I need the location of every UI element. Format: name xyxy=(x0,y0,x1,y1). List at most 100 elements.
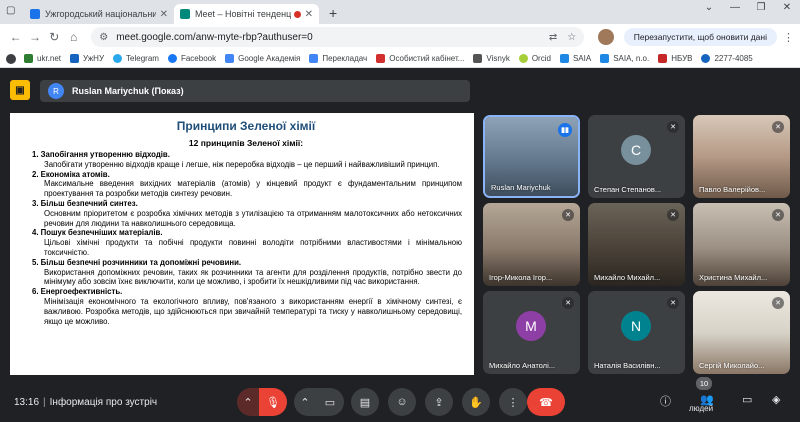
bookmark-item[interactable]: SAIA xyxy=(559,54,591,63)
participant-tile[interactable]: ✕ Ігор-Микола Ігор... xyxy=(483,203,580,286)
leave-call-button[interactable]: ☎ xyxy=(527,388,565,416)
participant-name: Павло Валерійов... xyxy=(699,185,766,194)
mic-off-icon: ✕ xyxy=(562,209,574,221)
activities-icon[interactable]: ◈ xyxy=(772,393,780,406)
tab-meet[interactable]: Meet – Новітні тенденції з ✕ xyxy=(174,4,319,24)
apps-icon[interactable] xyxy=(6,53,16,64)
bookmark-label: Google Академія xyxy=(238,54,301,63)
participant-name: Ігор-Микола Ігор... xyxy=(489,273,553,282)
bookmark-label: УжНУ xyxy=(83,54,105,63)
bookmark-favicon-icon xyxy=(559,54,569,63)
info-icon[interactable]: ⓘ xyxy=(660,393,671,409)
principle-heading: 2. Економіка атомів. xyxy=(32,169,110,179)
speaking-indicator-icon: ▮▮ xyxy=(558,123,572,137)
bookmark-star-icon[interactable]: ☆ xyxy=(567,32,576,43)
close-window-icon[interactable]: ✕ xyxy=(774,2,800,13)
principle-body: Цільові хімічні продукти та побічні прод… xyxy=(44,238,462,257)
bookmark-label: ukr.net xyxy=(37,54,62,63)
back-icon[interactable]: ← xyxy=(6,30,25,44)
window-controls: ⌄ — ❐ ✕ xyxy=(696,2,800,13)
bookmark-favicon-icon xyxy=(600,54,610,63)
participant-name: Ruslan Mariychuk xyxy=(491,183,551,192)
site-info-icon[interactable]: ⚙ xyxy=(99,32,108,43)
forward-icon[interactable]: → xyxy=(25,30,44,44)
participant-tile[interactable]: ✕ Павло Валерійов... xyxy=(693,115,790,198)
bookmark-item[interactable]: 2277-4085 xyxy=(701,54,753,63)
profile-avatar[interactable] xyxy=(598,29,614,45)
translate-icon[interactable]: ⇄ xyxy=(549,32,557,43)
more-menu-icon[interactable]: ⋮ xyxy=(783,31,794,44)
meeting-time: 13:16 xyxy=(14,397,40,408)
emoji-button[interactable]: ☺ xyxy=(388,388,416,416)
minimize-icon[interactable]: — xyxy=(722,2,748,13)
more-options-button[interactable]: ⋮ xyxy=(499,388,527,416)
bookmark-item[interactable]: Перекладач xyxy=(309,54,367,63)
participant-tile[interactable]: ✕ Христина Михайл... xyxy=(693,203,790,286)
bookmark-item[interactable]: SAIA, n.o. xyxy=(600,54,649,63)
bookmark-label: 2277-4085 xyxy=(714,54,753,63)
audio-options-chevron-icon[interactable]: ⌃ xyxy=(237,388,259,416)
home-icon[interactable]: ⌂ xyxy=(64,30,83,44)
call-controls-bar: 13:16 | Інформація про зустріч ⌃ 🎙 ⌃ ▭ ▤… xyxy=(0,383,800,422)
participant-avatar: C xyxy=(621,135,651,165)
camera-button[interactable]: ▭ xyxy=(316,388,344,416)
recording-icon xyxy=(293,10,301,18)
bookmark-label: Visnyk xyxy=(486,54,510,63)
restore-icon[interactable]: ❐ xyxy=(748,2,774,13)
principle-item: 1. Запобігання утворенню відходів. Запоб… xyxy=(30,150,462,170)
bookmark-item[interactable]: НБУВ xyxy=(658,54,692,63)
chat-icon[interactable]: ▭ xyxy=(742,393,752,406)
meet-favicon-icon xyxy=(180,9,190,19)
new-tab-icon[interactable]: + xyxy=(329,5,337,21)
tab-title: Ужгородський національний xyxy=(45,9,156,19)
principle-item: 5. Більш безпечні розчинники та допоміжн… xyxy=(30,258,462,287)
principle-heading: 3. Більш безпечний синтез. xyxy=(32,198,138,208)
tab-list-icon[interactable]: ⌄ xyxy=(696,2,722,13)
raise-hand-button[interactable]: ✋ xyxy=(462,388,490,416)
document-subtitle: 12 принципів Зеленої хімії: xyxy=(188,138,304,148)
mic-off-button[interactable]: 🎙 xyxy=(259,388,287,416)
tab-uzhnu[interactable]: Ужгородський національний ✕ xyxy=(24,4,174,24)
present-screen-button[interactable]: ⇪ xyxy=(425,388,453,416)
address-bar-row: ← → ↻ ⌂ ⚙ meet.google.com/anw-myte-rbp?a… xyxy=(0,24,800,50)
bookmark-item[interactable]: Google Академія xyxy=(225,54,300,63)
bookmark-item[interactable]: Facebook xyxy=(167,54,216,63)
url-field[interactable]: ⚙ meet.google.com/anw-myte-rbp?authuser=… xyxy=(91,27,585,47)
reload-icon[interactable]: ↻ xyxy=(45,30,64,44)
close-icon[interactable]: ✕ xyxy=(160,9,168,20)
restart-to-update-button[interactable]: Перезапустити, щоб оновити дані xyxy=(623,28,777,46)
principle-item: 3. Більш безпечний синтез. Основним пріо… xyxy=(30,199,462,228)
presentation-icon[interactable]: ▣ xyxy=(10,80,30,100)
participant-tile[interactable]: ✕ Сергій Миколайо... xyxy=(693,291,790,374)
bookmarks-bar: ukr.net УжНУ Telegram Facebook Google Ак… xyxy=(0,50,800,68)
facebook-icon xyxy=(167,54,177,63)
presenter-bar: R Ruslan Mariychuk (Показ) xyxy=(40,80,470,102)
captions-button[interactable]: ▤ xyxy=(351,388,379,416)
bookmark-label: Telegram xyxy=(126,54,159,63)
video-options-chevron-icon[interactable]: ⌃ xyxy=(294,388,316,416)
participant-tile[interactable]: ✕ Михайло Михайл... xyxy=(588,203,685,286)
principle-item: 6. Енергоефективність. Мінімізація еконо… xyxy=(30,287,462,326)
principle-heading: 5. Більш безпечні розчинники та допоміжн… xyxy=(32,257,242,267)
participant-tile[interactable]: M ✕ Михайло Анатолі... xyxy=(483,291,580,374)
principle-item: 4. Пошук безпечніших матеріалів. Цільові… xyxy=(30,228,462,257)
meeting-info-link[interactable]: Інформація про зустріч xyxy=(50,397,157,408)
participant-tile[interactable]: C ✕ Степан Степанов... xyxy=(588,115,685,198)
tab-search-icon[interactable]: ▢ xyxy=(6,5,15,16)
presenter-name: Ruslan Mariychuk (Показ) xyxy=(72,86,184,96)
meet-stage: ▣ R Ruslan Mariychuk (Показ) Принципи Зе… xyxy=(0,69,800,422)
close-icon[interactable]: ✕ xyxy=(305,9,313,20)
bookmark-item[interactable]: УжНУ xyxy=(70,54,104,63)
principle-body: Використання допоміжних речовин, таких я… xyxy=(44,267,462,287)
bookmark-item[interactable]: Telegram xyxy=(113,54,159,63)
bookmark-item[interactable]: Orcid xyxy=(518,54,551,63)
mic-off-icon: ✕ xyxy=(772,297,784,309)
participant-tile[interactable]: N ✕ Наталія Василівн... xyxy=(588,291,685,374)
bookmark-favicon-icon xyxy=(701,54,711,63)
bookmark-item[interactable]: ukr.net xyxy=(24,54,61,63)
bookmark-item[interactable]: Visnyk xyxy=(473,54,510,63)
bookmark-item[interactable]: Особистий кабінет... xyxy=(376,54,464,63)
participant-tile[interactable]: ▮▮ Ruslan Mariychuk xyxy=(483,115,580,198)
bookmark-label: Перекладач xyxy=(322,54,368,63)
bookmark-favicon-icon xyxy=(24,54,33,63)
